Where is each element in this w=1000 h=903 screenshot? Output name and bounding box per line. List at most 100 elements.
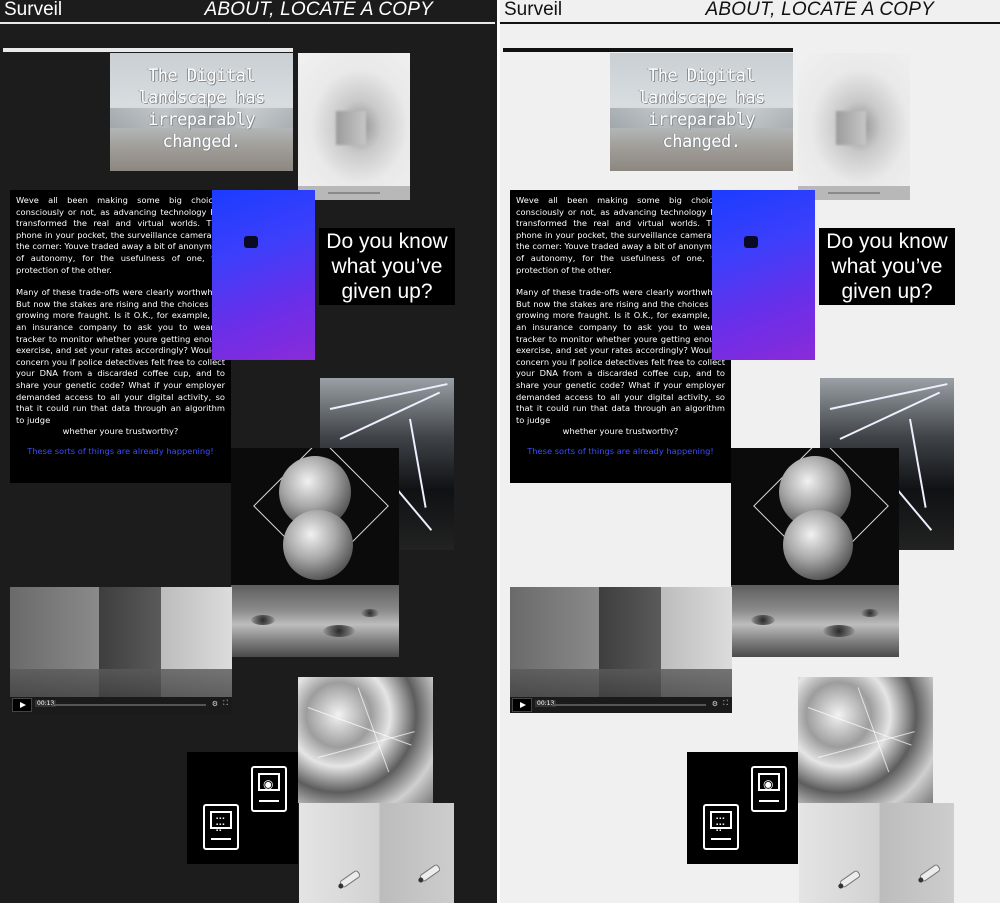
camera-icon [338, 869, 362, 889]
play-icon[interactable] [12, 698, 32, 712]
fullscreen-icon[interactable]: ⛶ [723, 700, 728, 708]
caption-line: changed. [162, 132, 241, 152]
foil-crease [817, 731, 915, 758]
fog-cube [836, 111, 866, 145]
question-line: Do you know [826, 230, 948, 253]
caption-line: landscape has [138, 88, 265, 108]
computer-icon: ◉ [751, 766, 787, 812]
camera-icon [838, 869, 862, 889]
foil-crease [317, 731, 415, 758]
article-paragraph: Many of these trade-offs were clearly wo… [516, 287, 725, 425]
header-rule [500, 22, 1000, 24]
mac-icons-image: ◉ ▪▪▪ ▪▪▪ ▪▪ [687, 752, 798, 864]
article-text-block: Weve all been making some big choices, c… [10, 190, 231, 483]
room-video[interactable]: 00:13 ⚙ ⛶ [10, 587, 232, 713]
video-controls[interactable]: 00:13 ⚙ ⛶ [510, 697, 732, 713]
spheres-image [231, 448, 399, 586]
question-heading: Do you know what you’ve given up? [319, 228, 455, 305]
light-beam [339, 391, 441, 440]
gear-icon[interactable]: ⚙ [212, 700, 218, 708]
camera-silhouette [744, 236, 758, 248]
article-paragraph: Weve all been making some big choices, c… [516, 195, 725, 275]
highlight-text: These sorts of things are already happen… [27, 445, 214, 456]
nav-link-about-locate[interactable]: ABOUT, LOCATE A COPY [705, 0, 934, 21]
disk-slot [259, 800, 279, 802]
disk-slot [711, 838, 731, 840]
camera-silhouette [244, 236, 258, 248]
caption-line: landscape has [638, 88, 765, 108]
blue-room-image [212, 190, 315, 360]
question-line: Do you know [326, 230, 448, 253]
computer-screen: ◉ [258, 773, 280, 791]
caption-line: The Digital [147, 66, 256, 86]
computer-screen: ▪▪▪ ▪▪▪ ▪▪ [710, 811, 732, 834]
moon-surface-image [231, 585, 399, 657]
room-floor [510, 669, 732, 699]
computer-icon: ▪▪▪ ▪▪▪ ▪▪ [203, 804, 239, 850]
light-beam [409, 418, 427, 508]
article-text-block: Weve all been making some big choices, c… [510, 190, 731, 483]
brand-link[interactable]: Surveil [4, 0, 62, 21]
foil-image [298, 677, 433, 803]
computer-icon: ▪▪▪ ▪▪▪ ▪▪ [703, 804, 739, 850]
foil-crease [807, 707, 912, 746]
article-paragraph-end: whether youre trustworthy? [62, 426, 179, 437]
section-bar [3, 48, 293, 52]
seek-bar[interactable] [828, 192, 880, 194]
moon-surface-image [731, 585, 899, 657]
digital-landscape-image: The Digital landscape has irreparably ch… [110, 53, 293, 171]
fog-video[interactable] [798, 53, 910, 200]
eye-icon: ◉ [763, 777, 774, 791]
question-line: what you’ve [331, 255, 443, 278]
highlight-text: These sorts of things are already happen… [527, 445, 714, 456]
mac-icons-image: ◉ ▪▪▪ ▪▪▪ ▪▪ [187, 752, 298, 864]
landscape-caption: The Digital landscape has irreparably ch… [610, 65, 793, 153]
dots-icon: ▪▪▪ ▪▪▪ ▪▪ [716, 816, 726, 834]
video-controls[interactable]: 00:13 ⚙ ⛶ [10, 697, 232, 713]
fog-video[interactable] [298, 53, 410, 200]
site-header: Surveil ABOUT, LOCATE A COPY [500, 0, 1000, 25]
security-cameras-image [299, 803, 454, 903]
eye-icon: ◉ [263, 777, 274, 791]
foil-crease [357, 687, 390, 773]
landscape-caption: The Digital landscape has irreparably ch… [110, 65, 293, 153]
dark-theme-panel: Surveil ABOUT, LOCATE A COPY The Digital… [0, 0, 497, 903]
section-bar [503, 48, 793, 52]
sphere [283, 510, 353, 580]
disk-slot [211, 838, 231, 840]
question-heading: Do you know what you’ve given up? [819, 228, 955, 305]
caption-line: irreparably [147, 110, 256, 130]
seek-bar[interactable] [52, 704, 206, 706]
computer-screen: ◉ [758, 773, 780, 791]
question-line: what you’ve [831, 255, 943, 278]
nav-link-about-locate[interactable]: ABOUT, LOCATE A COPY [204, 0, 433, 21]
room-video[interactable]: 00:13 ⚙ ⛶ [510, 587, 732, 713]
foil-image [798, 677, 933, 803]
site-header: Surveil ABOUT, LOCATE A COPY [0, 0, 497, 25]
seek-bar[interactable] [328, 192, 380, 194]
play-icon[interactable] [512, 698, 532, 712]
seek-bar[interactable] [552, 704, 706, 706]
article-paragraph: Many of these trade-offs were clearly wo… [16, 287, 225, 425]
caption-line: changed. [662, 132, 741, 152]
camera-icon [918, 863, 942, 883]
light-beam [839, 391, 941, 440]
gear-icon[interactable]: ⚙ [712, 700, 718, 708]
computer-icon: ◉ [251, 766, 287, 812]
brand-link[interactable]: Surveil [504, 0, 562, 21]
crater [751, 615, 775, 625]
disk-slot [759, 800, 779, 802]
crater [323, 625, 355, 637]
fog-cube [336, 111, 366, 145]
fullscreen-icon[interactable]: ⛶ [223, 700, 228, 708]
sphere [783, 510, 853, 580]
article-paragraph-end: whether youre trustworthy? [562, 426, 679, 437]
foil-crease [307, 707, 412, 746]
security-cameras-image [799, 803, 954, 903]
room-floor [10, 669, 232, 699]
light-beam [909, 418, 927, 508]
computer-screen: ▪▪▪ ▪▪▪ ▪▪ [210, 811, 232, 834]
camera-icon [418, 863, 442, 883]
dots-icon: ▪▪▪ ▪▪▪ ▪▪ [216, 816, 226, 834]
article-paragraph: Weve all been making some big choices, c… [16, 195, 225, 275]
